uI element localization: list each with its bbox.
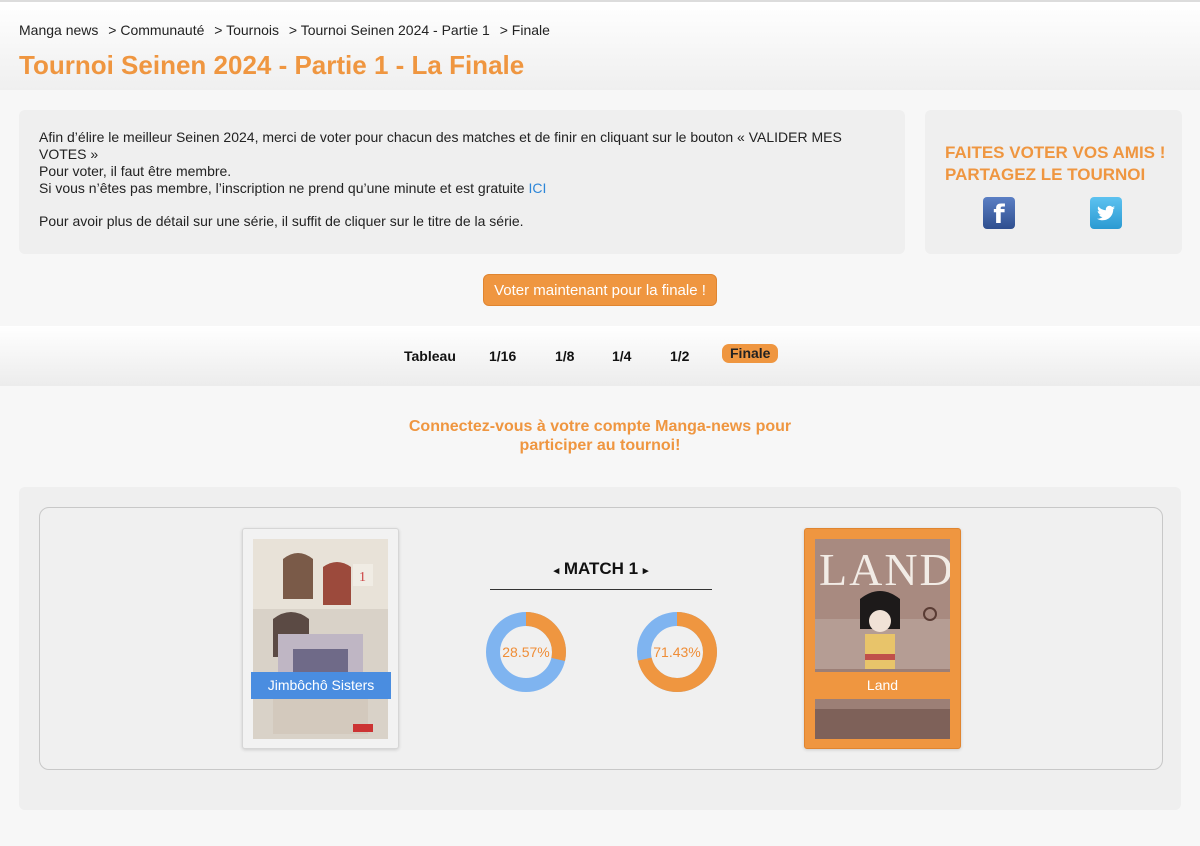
manga-card-left[interactable]: 1 Jimbôchô Sisters — [242, 528, 399, 749]
instructions-line-4: Pour avoir plus de détail sur une série,… — [39, 213, 524, 229]
vote-donut-left: 28.57% — [485, 611, 567, 693]
svg-text:LAND: LAND — [819, 544, 950, 595]
share-title-line-2: PARTAGEZ LE TOURNOI — [945, 165, 1146, 184]
breadcrumb-item-finale: > Finale — [499, 22, 550, 38]
match-panel: 1 Jimbôchô Sisters ◂ MATCH 1 ▸ 28.57% 71… — [19, 487, 1181, 810]
vote-percent-right: 71.43% — [653, 644, 701, 660]
match-title: MATCH 1 — [563, 559, 639, 578]
breadcrumb-home[interactable]: Manga news — [19, 22, 98, 38]
share-title-line-1: FAITES VOTER VOS AMIS ! — [945, 143, 1166, 162]
page-header: Manga news > Communauté > Tournois > Tou… — [0, 0, 1200, 90]
vote-donut-right: 71.43% — [636, 611, 718, 693]
round-tabs: Tableau 1/16 1/8 1/4 1/2 Finale — [0, 326, 1200, 386]
login-prompt: Connectez-vous à votre compte Manga-news… — [408, 418, 792, 454]
vote-percent-left: 28.57% — [502, 644, 550, 660]
svg-text:1: 1 — [359, 570, 366, 585]
breadcrumb: Manga news > Communauté > Tournois > Tou… — [19, 22, 556, 38]
instructions-line-1: Afin d’élire le meilleur Seinen 2024, me… — [39, 129, 842, 162]
signup-link[interactable]: ICI — [529, 180, 547, 196]
tab-1-4[interactable]: 1/4 — [612, 348, 631, 364]
breadcrumb-item-communaute[interactable]: > Communauté — [108, 22, 204, 38]
manga-cover-jimbocho-sisters: 1 — [253, 539, 388, 739]
manga-card-right[interactable]: LAND Land — [804, 528, 961, 749]
page-title: Tournoi Seinen 2024 - Partie 1 - La Fina… — [19, 50, 525, 80]
vote-now-button[interactable]: Voter maintenant pour la finale ! — [483, 274, 717, 306]
instructions-line-2: Pour voter, il faut être membre. — [39, 163, 232, 179]
tab-tableau[interactable]: Tableau — [404, 348, 456, 364]
twitter-icon[interactable] — [1090, 197, 1122, 229]
manga-title-right[interactable]: Land — [815, 672, 950, 699]
previous-match-arrow-icon[interactable]: ◂ — [554, 565, 560, 577]
instructions-box: Afin d’élire le meilleur Seinen 2024, me… — [19, 110, 905, 254]
tab-finale[interactable]: Finale — [722, 344, 779, 363]
breadcrumb-item-tournois[interactable]: > Tournois — [214, 22, 279, 38]
facebook-icon[interactable]: f — [983, 197, 1015, 230]
match-heading: ◂ MATCH 1 ▸ — [490, 558, 712, 590]
tab-1-16[interactable]: 1/16 — [489, 348, 516, 364]
breadcrumb-item-tournoi[interactable]: > Tournoi Seinen 2024 - Partie 1 — [289, 22, 490, 38]
tab-1-8[interactable]: 1/8 — [555, 348, 574, 364]
instructions-line-3-text: Si vous n’êtes pas membre, l’inscription… — [39, 180, 525, 196]
match-card: 1 Jimbôchô Sisters ◂ MATCH 1 ▸ 28.57% 71… — [39, 507, 1163, 770]
share-title: FAITES VOTER VOS AMIS ! PARTAGEZ LE TOUR… — [945, 142, 1175, 186]
manga-cover-land: LAND — [815, 539, 950, 739]
next-match-arrow-icon[interactable]: ▸ — [643, 565, 649, 577]
tab-1-2[interactable]: 1/2 — [670, 348, 689, 364]
instructions-line-3: Si vous n’êtes pas membre, l’inscription… — [39, 180, 885, 197]
manga-title-left[interactable]: Jimbôchô Sisters — [251, 672, 391, 699]
share-box: FAITES VOTER VOS AMIS ! PARTAGEZ LE TOUR… — [925, 110, 1182, 254]
